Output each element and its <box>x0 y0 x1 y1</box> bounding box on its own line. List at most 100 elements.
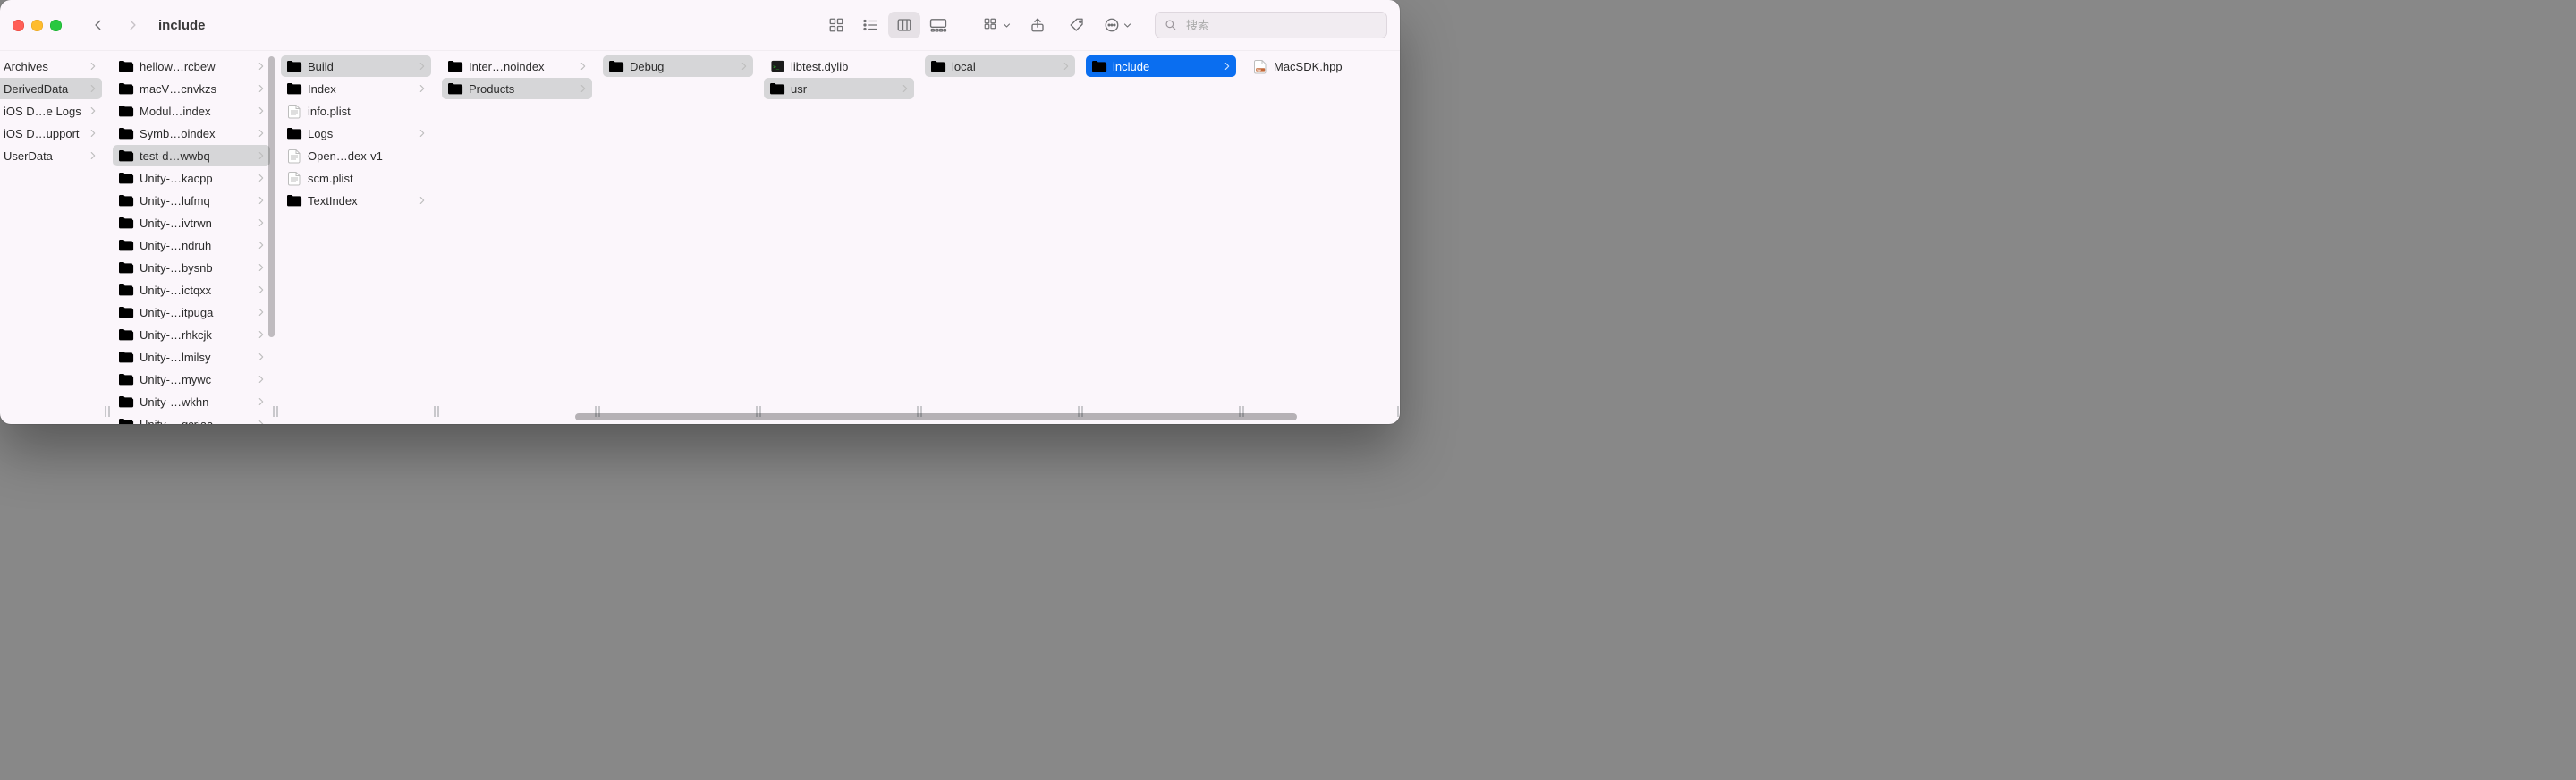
file-row[interactable]: Unity-…ivtrwn <box>113 212 270 233</box>
folder-icon <box>118 326 134 343</box>
file-row[interactable]: info.plist <box>281 100 431 122</box>
file-icon <box>286 148 302 164</box>
file-row[interactable]: iOS D…upport <box>0 123 102 144</box>
group-by-menu[interactable] <box>979 12 1014 38</box>
file-row[interactable]: Debug <box>603 55 753 77</box>
column-body[interactable]: include <box>1080 55 1241 424</box>
file-row[interactable]: Logs <box>281 123 431 144</box>
file-row[interactable]: Unity-…ndruh <box>113 234 270 256</box>
column-body[interactable]: Debug <box>597 55 758 424</box>
file-row[interactable]: Open…dex-v1 <box>281 145 431 166</box>
icon-view-button[interactable] <box>820 12 852 38</box>
list-view-button[interactable] <box>854 12 886 38</box>
file-label: info.plist <box>308 105 426 118</box>
folder-icon <box>118 81 134 97</box>
file-row[interactable]: Unity-…itpuga <box>113 301 270 323</box>
file-icon <box>286 103 302 119</box>
search-input[interactable] <box>1184 18 1377 33</box>
column-body[interactable]: BuildIndex info.plist Logs Open…dex-v1 scm.p… <box>275 55 436 424</box>
nav-forward-button[interactable] <box>119 12 146 38</box>
file-row[interactable]: Unity-…ictqxx <box>113 279 270 301</box>
chevron-right-icon <box>896 83 909 94</box>
minimize-window-button[interactable] <box>31 20 43 31</box>
file-row[interactable]: Unity-…lufmq <box>113 190 270 211</box>
column-body[interactable]: MacSDK.hpp <box>1241 55 1400 424</box>
chevron-right-icon <box>1218 61 1231 72</box>
file-label: Unity-…lmilsy <box>140 351 252 364</box>
file-row[interactable]: Unity-…mywc <box>113 369 270 390</box>
file-row[interactable]: libtest.dylib <box>764 55 914 77</box>
column-7: include <box>1080 51 1241 424</box>
file-row[interactable]: Modul…index <box>113 100 270 122</box>
file-row[interactable]: Unity-…rhkcjk <box>113 324 270 345</box>
file-row[interactable]: test-d…wwbq <box>113 145 270 166</box>
column-body[interactable]: Archives DerivedDataiOS D…e Logs iOS D…upp… <box>0 55 107 424</box>
file-row[interactable]: Symb…oindex <box>113 123 270 144</box>
file-row[interactable]: TextIndex <box>281 190 431 211</box>
action-menu[interactable] <box>1100 12 1135 38</box>
close-window-button[interactable] <box>13 20 24 31</box>
folder-icon <box>118 394 134 410</box>
column-body[interactable]: Inter…noindexProducts <box>436 55 597 424</box>
gallery-view-button[interactable] <box>922 12 954 38</box>
file-row[interactable]: scm.plist <box>281 167 431 189</box>
file-row[interactable]: UserData <box>0 145 102 166</box>
chevron-right-icon <box>252 307 265 318</box>
column-view-button[interactable] <box>888 12 920 38</box>
folder-icon <box>118 170 134 186</box>
column-body[interactable]: local <box>919 55 1080 424</box>
file-label: Archives <box>4 60 84 73</box>
file-row[interactable]: DerivedData <box>0 78 102 99</box>
file-row[interactable]: Products <box>442 78 592 99</box>
share-button[interactable] <box>1021 12 1054 38</box>
file-label: MacSDK.hpp <box>1274 60 1389 73</box>
file-row[interactable]: Unity-…bysnb <box>113 257 270 278</box>
file-row[interactable]: usr <box>764 78 914 99</box>
tags-button[interactable] <box>1061 12 1093 38</box>
file-icon <box>286 170 302 186</box>
file-row[interactable]: Unity-…lmilsy <box>113 346 270 368</box>
file-label: Debug <box>630 60 735 73</box>
file-label: Logs <box>308 127 413 140</box>
search-icon <box>1165 19 1177 31</box>
file-row[interactable]: Inter…noindex <box>442 55 592 77</box>
search-field[interactable] <box>1155 12 1387 38</box>
file-row[interactable]: Archives <box>0 55 102 77</box>
file-row[interactable]: iOS D…e Logs <box>0 100 102 122</box>
column-body[interactable]: libtest.dylibusr <box>758 55 919 424</box>
column-2: BuildIndex info.plist Logs Open…dex-v1 scm.p… <box>275 51 436 424</box>
folder-icon <box>286 125 302 141</box>
file-label: hellow…rcbew <box>140 60 252 73</box>
file-row[interactable]: include <box>1086 55 1236 77</box>
file-label: scm.plist <box>308 172 426 185</box>
file-label: macV…cnvkzs <box>140 82 252 96</box>
window-title: include <box>158 18 206 33</box>
nav-back-button[interactable] <box>85 12 112 38</box>
zoom-window-button[interactable] <box>50 20 62 31</box>
file-row[interactable]: macV…cnvkzs <box>113 78 270 99</box>
chevron-down-icon <box>1123 21 1131 30</box>
column-body[interactable]: hellow…rcbew macV…cnvkzs Modul…indexSymb…o… <box>107 55 275 424</box>
file-row[interactable]: hellow…rcbew <box>113 55 270 77</box>
file-label: Unity-…ictqxx <box>140 284 252 297</box>
folder-icon <box>118 103 134 119</box>
column-6: local <box>919 51 1080 424</box>
folder-icon <box>118 259 134 276</box>
chevron-right-icon <box>413 128 426 139</box>
list-icon <box>862 17 878 33</box>
folder-icon <box>118 215 134 231</box>
horizontal-scrollbar[interactable] <box>0 410 1400 424</box>
vertical-scrollbar[interactable] <box>268 56 275 399</box>
file-row[interactable]: Unity-…kacpp <box>113 167 270 189</box>
chevron-right-icon <box>252 150 265 161</box>
folder-icon <box>447 58 463 74</box>
file-label: iOS D…upport <box>4 127 84 140</box>
file-row[interactable]: local <box>925 55 1075 77</box>
file-row[interactable]: Build <box>281 55 431 77</box>
chevron-right-icon <box>574 61 587 72</box>
file-label: include <box>1113 60 1218 73</box>
file-row[interactable]: MacSDK.hpp <box>1247 55 1394 77</box>
chevron-right-icon <box>252 262 265 273</box>
tag-icon <box>1069 17 1085 33</box>
file-row[interactable]: Index <box>281 78 431 99</box>
